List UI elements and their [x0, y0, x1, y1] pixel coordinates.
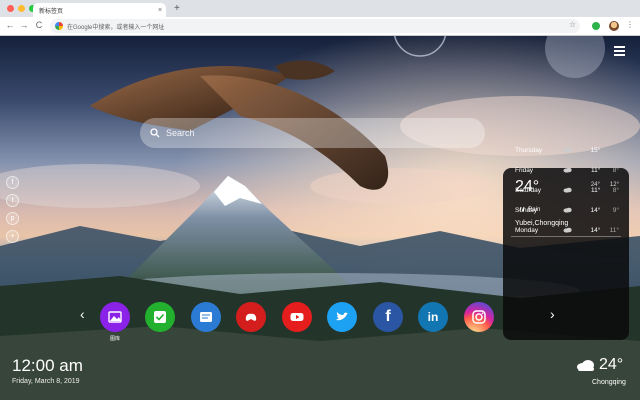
search-placeholder: Search [166, 128, 195, 138]
shortcut-gallery[interactable] [100, 302, 130, 332]
twitter-share-icon[interactable]: t [6, 194, 19, 207]
google-icon [55, 22, 63, 30]
pinterest-share-icon[interactable]: p [6, 212, 19, 225]
forecast-row: Saturday 11° 8° [515, 183, 619, 197]
new-tab-page: Search f t p + 24° 24° 12° Rain Yubei,Ch… [0, 36, 640, 400]
forecast-row: Thursday 15° 10° [515, 143, 619, 157]
facebook-share-icon[interactable]: f [6, 176, 19, 189]
forecast-low: 8° [612, 186, 619, 194]
shortcut-facebook[interactable]: f [373, 302, 403, 332]
forecast-high: 14° [590, 226, 601, 234]
new-tab-button[interactable]: + [174, 3, 180, 14]
forecast-high: 14° [590, 206, 601, 214]
card-icon [200, 312, 212, 322]
instagram-icon [472, 310, 486, 324]
browser-toolbar: ← → C 在Google中搜索，或者输入一个网址 ☆ ⋮ [0, 17, 640, 36]
image-icon [108, 311, 122, 323]
tab-title: 新标签页 [39, 8, 64, 15]
forecast-low: 10° [609, 146, 619, 154]
cloud-icon [563, 227, 572, 233]
forecast-day: Monday [515, 226, 539, 234]
back-button[interactable]: ← [4, 20, 16, 30]
tab-close-icon[interactable]: × [154, 7, 166, 14]
forecast-row: Monday 14° 11° [515, 223, 619, 237]
tab-strip: 新标签页 × + [0, 0, 640, 17]
share-icon[interactable]: + [6, 230, 19, 243]
shortcut-green-app[interactable] [145, 302, 175, 332]
gamepad-icon [245, 313, 257, 321]
menu-hamburger-icon[interactable] [614, 46, 625, 58]
forecast-high: 11° [591, 166, 601, 174]
clock-date: Friday, March 8, 2019 [12, 378, 80, 385]
reload-button[interactable]: C [33, 20, 45, 30]
browser-menu-icon[interactable]: ⋮ [626, 20, 634, 29]
bottom-weather-temp: 24° [599, 356, 624, 373]
search-box[interactable]: Search [140, 118, 485, 148]
bird-icon [336, 312, 349, 321]
shortcuts-next-arrow[interactable]: › [550, 306, 555, 322]
profile-avatar[interactable] [609, 21, 619, 31]
check-icon [154, 311, 166, 323]
forecast-row: Friday 11° 8° [515, 163, 619, 177]
window-controls [7, 5, 36, 12]
close-window-button[interactable] [7, 5, 14, 12]
forecast-high: 11° [591, 186, 601, 194]
bookmark-star-icon[interactable]: ☆ [569, 20, 576, 29]
shortcut-linkedin[interactable]: in [418, 302, 448, 332]
bottom-weather-city: Chongqing [592, 379, 626, 386]
shortcuts-prev-arrow[interactable]: ‹ [80, 306, 85, 322]
forecast-day: Thursday [515, 146, 543, 154]
cloud-icon [563, 207, 572, 213]
forecast-row: Sunday 14° 9° [515, 203, 619, 217]
forecast-low: 9° [612, 206, 619, 214]
bottom-weather[interactable]: 24° [576, 356, 623, 374]
cloud-icon [563, 187, 572, 193]
forecast-day: Friday [515, 166, 534, 174]
play-icon [290, 313, 304, 321]
forecast-day: Sunday [515, 206, 538, 214]
forecast-day: Saturday [515, 186, 542, 194]
cloud-icon [577, 359, 594, 371]
address-bar-placeholder: 在Google中搜索，或者输入一个网址 [67, 24, 165, 31]
forecast-high: 15° [590, 146, 601, 154]
cloud-icon [563, 147, 572, 153]
shortcut-game[interactable] [236, 302, 266, 332]
forward-button[interactable]: → [18, 20, 30, 30]
linkedin-icon: in [427, 310, 439, 324]
shortcut-label: 图库 [109, 336, 120, 342]
shortcut-instagram[interactable] [464, 302, 494, 332]
extension-icon[interactable] [592, 22, 600, 30]
address-bar[interactable]: 在Google中搜索，或者输入一个网址 ☆ [50, 19, 580, 33]
weather-card: 24° 24° 12° Rain Yubei,Chongqing Thursda… [503, 147, 629, 340]
clock-time: 12:00 am [12, 356, 83, 375]
cloud-icon [563, 167, 572, 173]
shortcut-blue-app[interactable] [191, 302, 221, 332]
shortcut-twitter[interactable] [327, 302, 357, 332]
minimize-window-button[interactable] [18, 5, 25, 12]
search-icon [150, 128, 160, 138]
browser-chrome: 新标签页 × + ← → C 在Google中搜索，或者输入一个网址 ☆ ⋮ [0, 0, 640, 36]
facebook-icon: f [385, 308, 391, 325]
shortcut-youtube[interactable] [282, 302, 312, 332]
tab-new-tab[interactable]: 新标签页 × [33, 3, 166, 17]
forecast-low: 8° [612, 166, 619, 174]
forecast-low: 11° [609, 226, 619, 234]
